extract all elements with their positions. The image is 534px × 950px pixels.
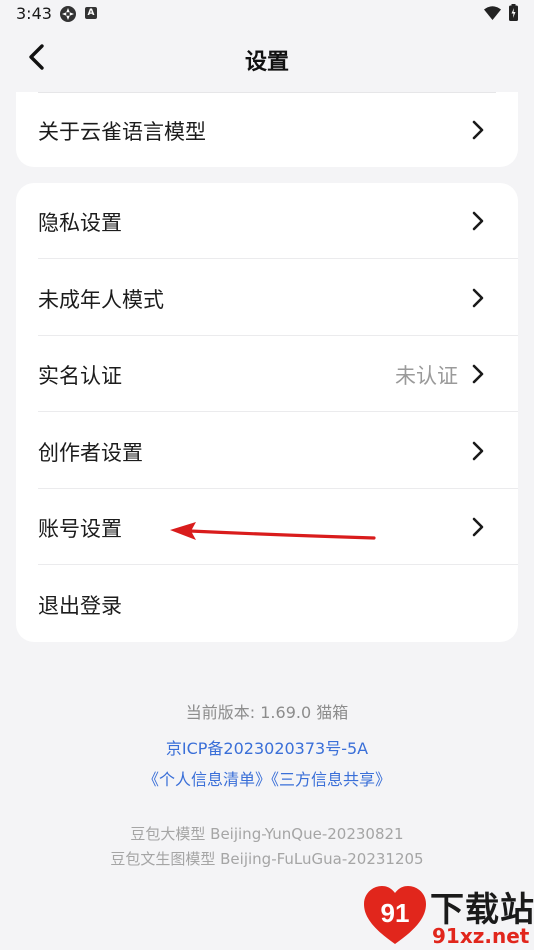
divider [38,411,518,412]
watermark-url: 91xz.net [432,924,530,948]
chevron-right-icon [472,288,484,308]
settings-row-privacy[interactable]: 隐私设置 [16,183,518,259]
settings-card: 隐私设置 未成年人模式 实名认证 未认证 创作者设置 账号设置 退出登录 [16,183,518,642]
row-label: 账号设置 [38,517,122,541]
row-label: 退出登录 [38,594,122,618]
settings-row-about-model[interactable]: 关于云雀语言模型 [16,92,518,167]
policy-links[interactable]: 《个人信息清单》《三方信息共享》 [0,766,534,790]
chevron-right-icon [472,517,484,537]
chevron-right-icon [472,211,484,231]
chevron-right-icon [472,364,484,384]
notification-badge-icon: A [85,7,97,19]
row-label: 实名认证 [38,364,122,388]
about-card: 关于云雀语言模型 [16,92,518,167]
settings-row-creator[interactable]: 创作者设置 [16,413,518,489]
watermark: 91 下载站 91xz.net [362,880,534,950]
svg-text:91: 91 [381,898,410,928]
row-label: 未成年人模式 [38,288,164,312]
battery-icon [509,4,518,21]
chevron-right-icon [472,120,484,140]
chevron-right-icon [472,441,484,461]
verification-status: 未认证 [395,364,458,388]
annotation-arrow-icon [170,522,376,540]
settings-row-real-name[interactable]: 实名认证 未认证 [16,336,518,412]
settings-row-logout[interactable]: 退出登录 [16,566,518,642]
version-text: 当前版本: 1.69.0 猫箱 [185,703,349,722]
icp-link[interactable]: 京ICP备2023020373号-5A [0,735,534,759]
model-info-1: 豆包大模型 Beijing-YunQue-20230821 [130,825,404,843]
nav-bar: 设置 [0,28,534,88]
page-title: 设置 [244,50,289,75]
watermark-logo-icon: 91 [364,886,426,944]
settings-row-minor-mode[interactable]: 未成年人模式 [16,260,518,336]
row-label: 创作者设置 [38,441,143,465]
app-notification-icon [60,6,76,22]
status-time: 3:43 [16,4,52,23]
model-info-2: 豆包文生图模型 Beijing-FuLuGua-20231205 [110,850,424,868]
divider [38,564,518,565]
row-label: 关于云雀语言模型 [38,120,206,144]
row-label: 隐私设置 [38,211,122,235]
divider [38,258,518,259]
wifi-icon [484,6,501,20]
status-bar: 3:43 A [0,0,534,28]
